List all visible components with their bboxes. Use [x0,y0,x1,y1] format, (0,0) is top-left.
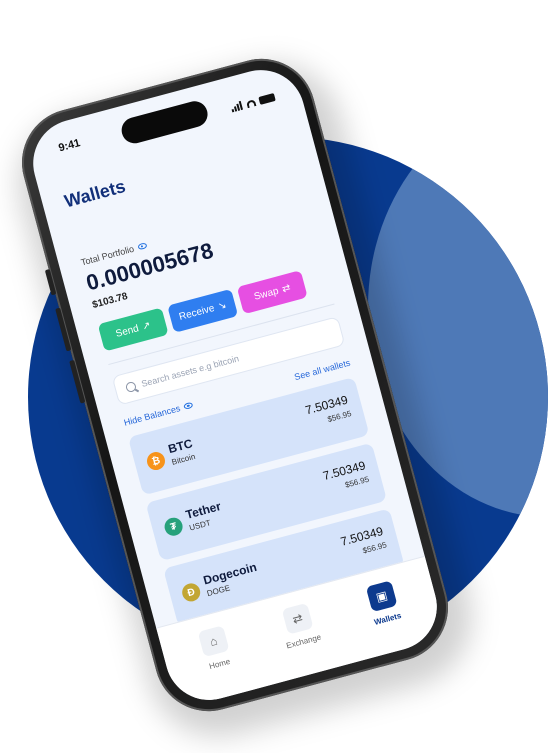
asset-fiat: $56.95 [361,540,388,556]
dynamic-island [118,98,211,147]
exchange-icon: ⇄ [281,602,314,635]
swap-label: Swap [252,285,280,303]
wifi-icon [245,99,257,109]
arrow-up-right-icon: ↗ [140,319,152,333]
tab-label: Home [208,656,232,672]
swap-icon: ⇄ [280,282,292,295]
status-time: 9:41 [57,137,82,155]
portfolio-balance: 0.000005678 [83,237,217,296]
tab-wallets[interactable]: ▣ Wallets [349,576,418,631]
battery-icon [258,93,276,105]
tab-exchange[interactable]: ⇄ Exchange [265,598,334,653]
search-icon [124,380,138,394]
tab-label: Exchange [285,632,323,651]
bitcoin-icon: ₿ [144,450,168,473]
tether-icon: ₮ [162,515,185,538]
signal-icon [228,92,244,113]
send-button[interactable]: Send ↗ [97,307,169,352]
asset-symbol: Dogecoin [201,559,259,588]
receive-button[interactable]: Receive ↘ [167,288,239,333]
home-icon: ⌂ [197,625,230,658]
send-label: Send [114,322,140,340]
dogecoin-icon: Ð [180,581,203,604]
search-placeholder: Search assets e.g bitcoin [140,353,241,389]
eye-icon[interactable] [136,242,148,251]
receive-label: Receive [177,302,216,323]
status-icons [228,83,276,113]
asset-symbol: Tether [184,499,223,522]
page-title: Wallets [62,176,128,212]
hide-balances-label: Hide Balances [122,403,182,428]
tab-label: Wallets [373,611,403,627]
see-all-wallets-link[interactable]: See all wallets [293,358,351,383]
arrow-down-right-icon: ↘ [216,299,228,313]
asset-fiat: $56.95 [344,474,371,490]
stage: 9:41 Wallets Total Portfolio 0.000005678… [0,0,550,753]
eye-icon [183,401,194,410]
tab-home[interactable]: ⌂ Home [181,621,250,676]
asset-fiat: $56.95 [326,409,353,425]
wallet-icon: ▣ [365,580,398,613]
swap-button[interactable]: Swap ⇄ [236,270,308,315]
